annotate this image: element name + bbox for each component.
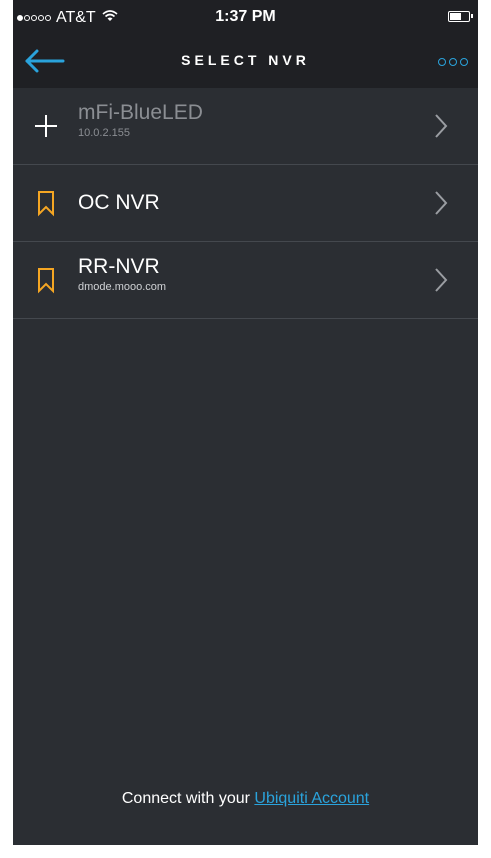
nvr-address: 10.0.2.155	[78, 127, 130, 139]
app-screen: AT&T 1:37 PM SELECT NVR mFi-BlueLED 10.0…	[13, 0, 478, 845]
footer-text: Connect with your	[121, 790, 255, 807]
page-title: SELECT NVR	[181, 52, 310, 68]
nvr-name: mFi-BlueLED	[78, 101, 203, 124]
more-icon	[438, 58, 446, 66]
bookmark-icon	[38, 268, 54, 294]
ubiquiti-account-link[interactable]: Ubiquiti Account	[254, 790, 369, 807]
chevron-right-icon	[435, 114, 448, 138]
battery-icon	[448, 11, 473, 22]
chevron-right-icon	[435, 191, 448, 215]
nav-bar: SELECT NVR	[13, 34, 478, 88]
more-button[interactable]	[428, 52, 468, 72]
chevron-right-icon	[435, 268, 448, 292]
status-bar: AT&T 1:37 PM	[13, 0, 478, 34]
nvr-name: OC NVR	[78, 191, 160, 214]
plus-icon	[35, 115, 57, 137]
bookmark-icon	[38, 191, 54, 217]
nvr-row-oc-nvr[interactable]: OC NVR	[13, 165, 478, 242]
nvr-row-rr-nvr[interactable]: RR-NVR dmode.mooo.com	[13, 242, 478, 319]
nvr-row-mfi-blueled[interactable]: mFi-BlueLED 10.0.2.155	[13, 88, 478, 165]
footer-connect: Connect with your Ubiquiti Account	[13, 790, 478, 808]
status-time: 1:37 PM	[215, 8, 276, 25]
nvr-name: RR-NVR	[78, 255, 160, 278]
nvr-list: mFi-BlueLED 10.0.2.155 OC NVR RR-NVR dmo…	[13, 88, 478, 319]
nvr-address: dmode.mooo.com	[78, 281, 167, 293]
